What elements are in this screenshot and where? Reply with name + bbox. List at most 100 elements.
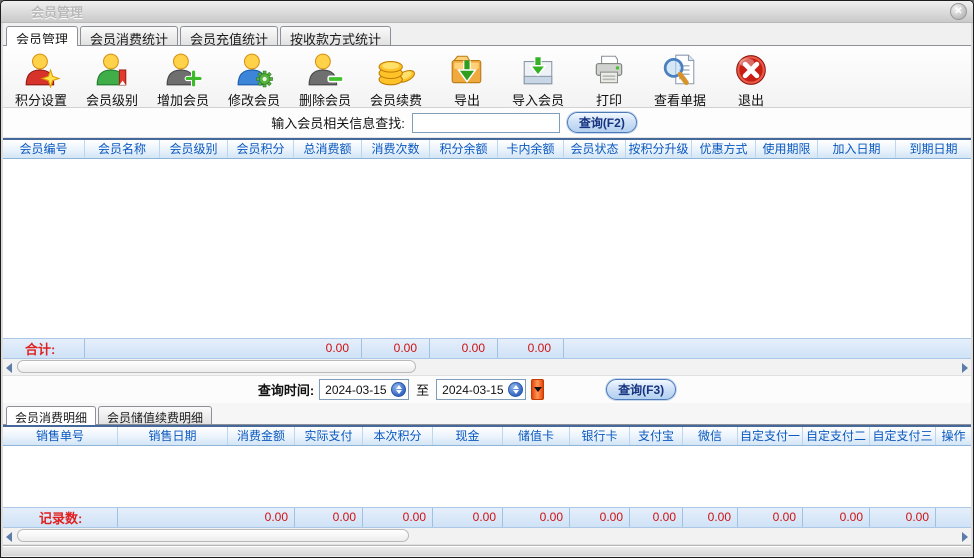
tab-consume-stats[interactable]: 会员消费统计 (80, 26, 178, 45)
person-minus-icon (305, 50, 345, 90)
scroll-right-arrow-icon[interactable] (962, 532, 968, 542)
date-filter-label: 查询时间: (258, 380, 314, 399)
printer-icon (589, 50, 629, 90)
records-bank-card: 0.00 (570, 508, 630, 527)
totals-points-balance: 0.00 (430, 339, 498, 358)
header-alipay[interactable]: 支付宝 (630, 427, 683, 445)
tab-payment-method-stats[interactable]: 按收款方式统计 (280, 26, 391, 45)
main-tabstrip: 会员管理 会员消费统计 会员充值统计 按收款方式统计 (3, 23, 971, 45)
header-operation[interactable]: 操作 (936, 427, 971, 445)
header-visit-count[interactable]: 消费次数 (362, 140, 430, 158)
tab-recharge-stats[interactable]: 会员充值统计 (180, 26, 278, 45)
records-label: 记录数: (3, 508, 118, 527)
main-panel: 积分设置 会员级别 增加会员 (3, 45, 971, 545)
members-totals-row: 合计: 0.00 0.00 0.00 0.00 (3, 338, 971, 359)
search-input[interactable] (412, 113, 560, 133)
scroll-left-arrow-icon[interactable] (6, 363, 12, 373)
exit-button[interactable]: 退出 (718, 49, 784, 109)
window-frame: 会员管理 会员消费统计 会员充值统计 按收款方式统计 积分设置 会员级别 (1, 23, 973, 558)
records-actual-paid: 0.00 (295, 508, 363, 527)
import-member-button[interactable]: 导入会员 (505, 49, 571, 109)
scrollbar-thumb[interactable] (17, 360, 416, 373)
scroll-right-arrow-icon[interactable] (962, 363, 968, 373)
date-spinner-icon[interactable] (391, 382, 406, 397)
members-table-body (3, 159, 971, 338)
toolbar-label: 积分设置 (15, 90, 67, 109)
records-consume-amount: 0.00 (228, 508, 295, 527)
add-member-button[interactable]: 增加会员 (150, 49, 216, 109)
member-level-button[interactable]: 会员级别 (79, 49, 145, 109)
person-ribbon-icon (92, 50, 132, 90)
toolbar-label: 查看单据 (654, 90, 706, 109)
date-from-picker[interactable]: 2024-03-15 (319, 379, 409, 400)
header-cash[interactable]: 现金 (433, 427, 503, 445)
toolbar-label: 修改会员 (228, 90, 280, 109)
records-custom-pay-2: 0.00 (803, 508, 870, 527)
close-button[interactable]: ✕ (950, 3, 967, 20)
date-spinner-icon[interactable] (508, 382, 523, 397)
date-from-value: 2024-03-15 (325, 383, 391, 397)
header-member-status[interactable]: 会员状态 (564, 140, 626, 158)
view-receipt-button[interactable]: 查看单据 (647, 49, 713, 109)
header-sale-date[interactable]: 销售日期 (118, 427, 228, 445)
header-points-balance[interactable]: 积分余额 (430, 140, 498, 158)
header-consume-amount[interactable]: 消费金额 (228, 427, 295, 445)
delete-member-button[interactable]: 删除会员 (292, 49, 358, 109)
export-button[interactable]: 导出 (434, 49, 500, 109)
header-discount-type[interactable]: 优惠方式 (692, 140, 756, 158)
header-custom-pay-1[interactable]: 自定支付一 (738, 427, 803, 445)
toolbar-label: 增加会员 (157, 90, 209, 109)
title-bar: 会员管理 ✕ (1, 1, 973, 23)
exit-red-x-icon (731, 50, 771, 90)
header-bank-card[interactable]: 银行卡 (570, 427, 630, 445)
edit-member-button[interactable]: 修改会员 (221, 49, 287, 109)
query-f3-button[interactable]: 查询(F3) (606, 379, 676, 400)
header-wechat[interactable]: 微信 (683, 427, 738, 445)
header-points-earned[interactable]: 本次积分 (363, 427, 433, 445)
scroll-left-arrow-icon[interactable] (6, 532, 12, 542)
header-expiry-date[interactable]: 到期日期 (896, 140, 971, 158)
date-to-word: 至 (416, 380, 429, 399)
header-stored-card[interactable]: 储值卡 (503, 427, 570, 445)
records-points-earned: 0.00 (363, 508, 433, 527)
scrollbar-thumb[interactable] (17, 529, 409, 542)
records-alipay: 0.00 (630, 508, 683, 527)
records-count-row: 记录数: 0.00 0.00 0.00 0.00 0.00 0.00 0.00 … (3, 507, 971, 528)
header-join-date[interactable]: 加入日期 (818, 140, 896, 158)
header-points-upgrade[interactable]: 按积分升级 (626, 140, 692, 158)
header-sale-no[interactable]: 销售单号 (3, 427, 118, 445)
header-validity[interactable]: 使用期限 (756, 140, 818, 158)
header-card-balance[interactable]: 卡内余额 (498, 140, 564, 158)
member-search-row: 输入会员相关信息查找: 查询(F2) (3, 108, 971, 138)
header-member-points[interactable]: 会员积分 (228, 140, 294, 158)
records-cash: 0.00 (433, 508, 503, 527)
details-table-header: 销售单号 销售日期 消费金额 实际支付 本次积分 现金 储值卡 银行卡 支付宝 … (3, 425, 971, 446)
date-to-picker[interactable]: 2024-03-15 (436, 379, 526, 400)
toolbar-label: 删除会员 (299, 90, 351, 109)
print-button[interactable]: 打印 (576, 49, 642, 109)
records-custom-pay-3: 0.00 (870, 508, 936, 527)
date-to-value: 2024-03-15 (442, 383, 508, 397)
points-settings-button[interactable]: 积分设置 (8, 49, 74, 109)
query-f2-button[interactable]: 查询(F2) (567, 112, 637, 133)
header-custom-pay-3[interactable]: 自定支付三 (870, 427, 936, 445)
header-actual-paid[interactable]: 实际支付 (295, 427, 363, 445)
magnifier-document-icon (660, 50, 700, 90)
tab-consume-detail[interactable]: 会员消费明细 (6, 406, 96, 424)
tab-member-manage[interactable]: 会员管理 (6, 26, 78, 45)
detail-tabstrip: 会员消费明细 会员储值续费明细 (3, 403, 971, 425)
person-star-icon (21, 50, 61, 90)
records-wechat: 0.00 (683, 508, 738, 527)
toolbar-label: 退出 (738, 90, 764, 109)
member-renew-button[interactable]: 会员续费 (363, 49, 429, 109)
header-member-id[interactable]: 会员编号 (3, 140, 85, 158)
date-dropdown-button[interactable] (531, 379, 544, 400)
totals-visit-count: 0.00 (362, 339, 430, 358)
toolbar-label: 导出 (454, 90, 480, 109)
tab-stored-renew-detail[interactable]: 会员储值续费明细 (98, 406, 212, 424)
header-member-name[interactable]: 会员名称 (85, 140, 160, 158)
header-total-spent[interactable]: 总消费额 (294, 140, 362, 158)
toolbar-label: 打印 (596, 90, 622, 109)
header-custom-pay-2[interactable]: 自定支付二 (803, 427, 870, 445)
header-member-level[interactable]: 会员级别 (160, 140, 228, 158)
